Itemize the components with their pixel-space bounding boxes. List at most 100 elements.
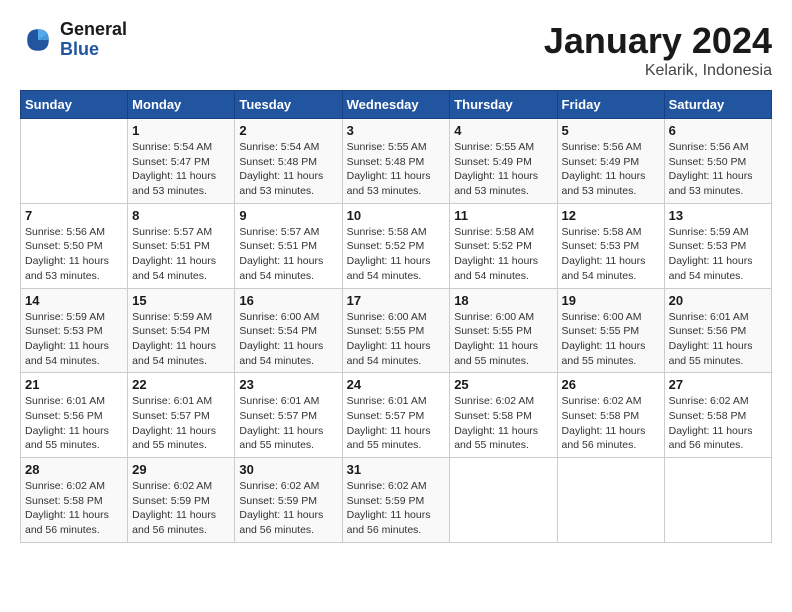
calendar-cell: 19 Sunrise: 6:00 AMSunset: 5:55 PMDayligh… <box>557 288 664 373</box>
day-info: Sunrise: 5:59 AMSunset: 5:53 PMDaylight:… <box>669 225 767 284</box>
day-number: 16 <box>239 293 337 308</box>
day-info: Sunrise: 6:02 AMSunset: 5:59 PMDaylight:… <box>132 479 230 538</box>
calendar-cell: 2 Sunrise: 5:54 AMSunset: 5:48 PMDaylight… <box>235 119 342 204</box>
calendar-cell <box>450 458 557 543</box>
week-row-1: 1 Sunrise: 5:54 AMSunset: 5:47 PMDaylight… <box>21 119 772 204</box>
day-info: Sunrise: 6:00 AMSunset: 5:54 PMDaylight:… <box>239 310 337 369</box>
day-number: 24 <box>347 377 446 392</box>
column-header-monday: Monday <box>128 91 235 119</box>
week-row-5: 28 Sunrise: 6:02 AMSunset: 5:58 PMDayligh… <box>21 458 772 543</box>
day-number: 2 <box>239 123 337 138</box>
month-title: January 2024 <box>544 20 772 62</box>
calendar-cell: 6 Sunrise: 5:56 AMSunset: 5:50 PMDaylight… <box>664 119 771 204</box>
day-number: 8 <box>132 208 230 223</box>
calendar-cell: 12 Sunrise: 5:58 AMSunset: 5:53 PMDayligh… <box>557 203 664 288</box>
calendar-table: SundayMondayTuesdayWednesdayThursdayFrid… <box>20 90 772 543</box>
calendar-cell: 25Sunrise: 6:02 AMSunset: 5:58 PMDayligh… <box>450 373 557 458</box>
title-area: January 2024 Kelarik, Indonesia <box>544 20 772 80</box>
day-info: Sunrise: 6:02 AMSunset: 5:58 PMDaylight:… <box>25 479 123 538</box>
day-info: Sunrise: 6:02 AMSunset: 5:58 PMDaylight:… <box>454 394 552 453</box>
calendar-cell: 26 Sunrise: 6:02 AMSunset: 5:58 PMDayligh… <box>557 373 664 458</box>
day-number: 1 <box>132 123 230 138</box>
calendar-cell: 27 Sunrise: 6:02 AMSunset: 5:58 PMDayligh… <box>664 373 771 458</box>
calendar-header: SundayMondayTuesdayWednesdayThursdayFrid… <box>21 91 772 119</box>
day-info: Sunrise: 5:58 AMSunset: 5:52 PMDaylight:… <box>347 225 446 284</box>
day-info: Sunrise: 5:56 AMSunset: 5:50 PMDaylight:… <box>25 225 123 284</box>
column-header-saturday: Saturday <box>664 91 771 119</box>
calendar-cell <box>557 458 664 543</box>
day-info: Sunrise: 6:01 AMSunset: 5:56 PMDaylight:… <box>25 394 123 453</box>
calendar-cell: 22Sunrise: 6:01 AMSunset: 5:57 PMDayligh… <box>128 373 235 458</box>
day-info: Sunrise: 5:56 AMSunset: 5:49 PMDaylight:… <box>562 140 660 199</box>
day-number: 3 <box>347 123 446 138</box>
day-info: Sunrise: 6:01 AMSunset: 5:57 PMDaylight:… <box>132 394 230 453</box>
column-header-thursday: Thursday <box>450 91 557 119</box>
calendar-cell: 28 Sunrise: 6:02 AMSunset: 5:58 PMDayligh… <box>21 458 128 543</box>
day-info: Sunrise: 5:55 AMSunset: 5:49 PMDaylight:… <box>454 140 552 199</box>
logo-line1: General <box>60 20 127 40</box>
day-info: Sunrise: 5:57 AMSunset: 5:51 PMDaylight:… <box>239 225 337 284</box>
day-number: 7 <box>25 208 123 223</box>
calendar-cell: 13 Sunrise: 5:59 AMSunset: 5:53 PMDayligh… <box>664 203 771 288</box>
calendar-cell: 7 Sunrise: 5:56 AMSunset: 5:50 PMDaylight… <box>21 203 128 288</box>
day-number: 27 <box>669 377 767 392</box>
day-info: Sunrise: 5:54 AMSunset: 5:48 PMDaylight:… <box>239 140 337 199</box>
calendar-cell: 9 Sunrise: 5:57 AMSunset: 5:51 PMDaylight… <box>235 203 342 288</box>
calendar-cell: 14 Sunrise: 5:59 AMSunset: 5:53 PMDayligh… <box>21 288 128 373</box>
day-number: 9 <box>239 208 337 223</box>
day-number: 28 <box>25 462 123 477</box>
calendar-cell: 3Sunrise: 5:55 AMSunset: 5:48 PMDaylight… <box>342 119 450 204</box>
week-row-2: 7 Sunrise: 5:56 AMSunset: 5:50 PMDaylight… <box>21 203 772 288</box>
day-info: Sunrise: 6:00 AMSunset: 5:55 PMDaylight:… <box>454 310 552 369</box>
day-info: Sunrise: 6:00 AMSunset: 5:55 PMDaylight:… <box>347 310 446 369</box>
calendar-cell: 15 Sunrise: 5:59 AMSunset: 5:54 PMDayligh… <box>128 288 235 373</box>
calendar-cell: 5 Sunrise: 5:56 AMSunset: 5:49 PMDaylight… <box>557 119 664 204</box>
calendar-cell: 29 Sunrise: 6:02 AMSunset: 5:59 PMDayligh… <box>128 458 235 543</box>
day-number: 23 <box>239 377 337 392</box>
calendar-cell: 20Sunrise: 6:01 AMSunset: 5:56 PMDayligh… <box>664 288 771 373</box>
calendar-cell: 8 Sunrise: 5:57 AMSunset: 5:51 PMDaylight… <box>128 203 235 288</box>
day-info: Sunrise: 5:54 AMSunset: 5:47 PMDaylight:… <box>132 140 230 199</box>
day-info: Sunrise: 6:00 AMSunset: 5:55 PMDaylight:… <box>562 310 660 369</box>
day-info: Sunrise: 6:01 AMSunset: 5:56 PMDaylight:… <box>669 310 767 369</box>
calendar-cell <box>664 458 771 543</box>
day-info: Sunrise: 5:59 AMSunset: 5:53 PMDaylight:… <box>25 310 123 369</box>
day-info: Sunrise: 5:59 AMSunset: 5:54 PMDaylight:… <box>132 310 230 369</box>
day-number: 6 <box>669 123 767 138</box>
day-number: 12 <box>562 208 660 223</box>
calendar-cell: 17Sunrise: 6:00 AMSunset: 5:55 PMDayligh… <box>342 288 450 373</box>
week-row-3: 14 Sunrise: 5:59 AMSunset: 5:53 PMDayligh… <box>21 288 772 373</box>
day-info: Sunrise: 6:02 AMSunset: 5:59 PMDaylight:… <box>347 479 446 538</box>
logo: General Blue <box>20 20 127 60</box>
week-row-4: 21Sunrise: 6:01 AMSunset: 5:56 PMDayligh… <box>21 373 772 458</box>
day-info: Sunrise: 5:56 AMSunset: 5:50 PMDaylight:… <box>669 140 767 199</box>
day-number: 18 <box>454 293 552 308</box>
day-info: Sunrise: 6:02 AMSunset: 5:58 PMDaylight:… <box>669 394 767 453</box>
day-info: Sunrise: 6:01 AMSunset: 5:57 PMDaylight:… <box>239 394 337 453</box>
column-header-sunday: Sunday <box>21 91 128 119</box>
calendar-cell: 31 Sunrise: 6:02 AMSunset: 5:59 PMDayligh… <box>342 458 450 543</box>
day-number: 10 <box>347 208 446 223</box>
day-number: 31 <box>347 462 446 477</box>
calendar-cell: 24 Sunrise: 6:01 AMSunset: 5:57 PMDayligh… <box>342 373 450 458</box>
day-info: Sunrise: 5:58 AMSunset: 5:53 PMDaylight:… <box>562 225 660 284</box>
calendar-cell: 21Sunrise: 6:01 AMSunset: 5:56 PMDayligh… <box>21 373 128 458</box>
day-info: Sunrise: 5:57 AMSunset: 5:51 PMDaylight:… <box>132 225 230 284</box>
calendar-cell <box>21 119 128 204</box>
column-header-tuesday: Tuesday <box>235 91 342 119</box>
day-number: 29 <box>132 462 230 477</box>
logo-line2: Blue <box>60 40 127 60</box>
calendar-cell: 16 Sunrise: 6:00 AMSunset: 5:54 PMDayligh… <box>235 288 342 373</box>
day-info: Sunrise: 6:01 AMSunset: 5:57 PMDaylight:… <box>347 394 446 453</box>
calendar-cell: 30Sunrise: 6:02 AMSunset: 5:59 PMDayligh… <box>235 458 342 543</box>
day-number: 26 <box>562 377 660 392</box>
day-number: 19 <box>562 293 660 308</box>
day-number: 4 <box>454 123 552 138</box>
day-number: 13 <box>669 208 767 223</box>
day-number: 14 <box>25 293 123 308</box>
day-info: Sunrise: 6:02 AMSunset: 5:58 PMDaylight:… <box>562 394 660 453</box>
calendar-cell: 10 Sunrise: 5:58 AMSunset: 5:52 PMDayligh… <box>342 203 450 288</box>
day-info: Sunrise: 5:58 AMSunset: 5:52 PMDaylight:… <box>454 225 552 284</box>
day-number: 15 <box>132 293 230 308</box>
day-number: 5 <box>562 123 660 138</box>
